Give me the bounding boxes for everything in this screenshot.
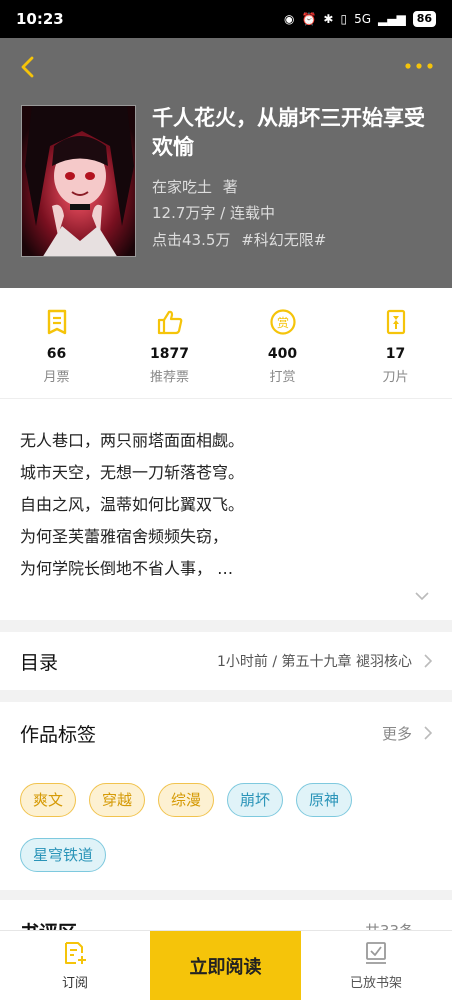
book-author-line[interactable]: 在家吃土 著 <box>152 176 238 197</box>
stat-value: 17 <box>385 346 406 362</box>
stat-value: 66 <box>46 346 67 362</box>
eye-icon: ◉ <box>283 12 295 26</box>
status-bar: 10:23 ◉ ⏰ ✱ ▯ 5G ▂▄▆ 86 <box>0 0 452 38</box>
table-of-contents-row[interactable]: 目录 1小时前 / 第五十九章 褪羽核心 <box>0 632 452 690</box>
status-icons: ◉ ⏰ ✱ ▯ 5G ▂▄▆ 86 <box>284 11 436 27</box>
chevron-right-icon <box>424 654 432 668</box>
battery-icon: 86 <box>412 11 436 27</box>
chevron-right-icon[interactable] <box>424 726 432 740</box>
thumbs-up-icon <box>157 310 182 335</box>
stat-recommend[interactable]: 1877 推荐票 <box>113 288 226 398</box>
tags-header: 作品标签 更多 <box>0 702 452 764</box>
tags-title: 作品标签 <box>20 723 97 746</box>
chevron-down-icon[interactable] <box>414 591 430 601</box>
tag-chip[interactable]: 爽文 <box>20 783 77 817</box>
stat-label: 刀片 <box>382 370 409 385</box>
book-author[interactable]: 在家吃土 <box>152 178 212 196</box>
stat-reward[interactable]: 赏 400 打赏 <box>226 288 339 398</box>
alarm-icon: ⏰ <box>301 12 317 26</box>
synopsis-line: 为何学院长倒地不省人事， … <box>20 559 234 578</box>
tags-more-link[interactable]: 更多 <box>382 723 412 744</box>
stat-blade[interactable]: 17 刀片 <box>339 288 452 398</box>
vibrate-icon: ▯ <box>340 12 348 26</box>
book-cover[interactable] <box>21 105 136 257</box>
ticket-icon <box>47 309 66 335</box>
book-clicks: 点击43.5万 <box>152 231 231 249</box>
shelf-button[interactable]: 已放书架 <box>301 931 451 1000</box>
synopsis-line: 无人巷口，两只丽塔面面相觑。 <box>20 431 245 450</box>
svg-text:赏: 赏 <box>276 316 288 330</box>
stat-value: 1877 <box>150 346 189 362</box>
stat-monthly-ticket[interactable]: 66 月票 <box>0 288 113 398</box>
status-time: 10:23 <box>16 10 64 28</box>
book-header: 千人花火，从崩坏三开始享受欢愉 在家吃土 著 12.7万字 / 连载中 点击43… <box>0 38 452 288</box>
work-tags-section: 作品标签 更多 爽文 穿越 综漫 崩坏 原神 星穹铁道 <box>0 702 452 890</box>
stats-row: 66 月票 1877 推荐票 赏 400 打赏 17 刀片 <box>0 288 452 398</box>
tag-chip[interactable]: 原神 <box>296 783 353 817</box>
subscribe-button[interactable]: 订阅 <box>0 931 150 1000</box>
tag-chip[interactable]: 穿越 <box>89 783 146 817</box>
subscribe-icon <box>65 942 86 964</box>
book-word-count: 12.7万字 / 连载中 <box>152 204 275 222</box>
stat-label: 推荐票 <box>149 370 189 385</box>
tag-chip[interactable]: 综漫 <box>158 783 215 817</box>
back-icon[interactable] <box>16 54 42 80</box>
book-title: 千人花火，从崩坏三开始享受欢愉 <box>152 106 425 159</box>
toc-label: 目录 <box>20 651 59 674</box>
more-icon[interactable] <box>404 58 434 74</box>
synopsis-line: 城市天空，无想一刀斩落苍穹。 <box>20 463 245 482</box>
shelf-label: 已放书架 <box>349 976 402 991</box>
subscribe-label: 订阅 <box>61 976 88 991</box>
bluetooth-icon: ✱ <box>323 12 334 26</box>
blade-icon <box>386 309 405 335</box>
bookshelf-check-icon <box>366 942 386 964</box>
stat-value: 400 <box>267 346 298 362</box>
synopsis-line: 为何圣芙蕾雅宿舍频频失窃， <box>20 527 229 546</box>
book-click-line: 点击43.5万 #科幻无限# <box>152 229 326 250</box>
signal-icon: ▂▄▆ <box>378 12 406 26</box>
stat-label: 打赏 <box>269 370 296 385</box>
tag-chip[interactable]: 崩坏 <box>227 783 284 817</box>
synopsis-line: 自由之风，温蒂如何比翼双飞。 <box>20 495 245 514</box>
reward-icon: 赏 <box>269 309 296 335</box>
stat-label: 月票 <box>43 370 70 385</box>
bottom-action-bar: 订阅 立即阅读 已放书架 <box>0 930 452 1000</box>
book-genre[interactable]: #科幻无限# <box>241 231 326 249</box>
author-suffix: 著 <box>222 178 238 196</box>
tag-chip[interactable]: 星穹铁道 <box>20 838 107 872</box>
toc-latest-chapter: 1小时前 / 第五十九章 褪羽核心 <box>217 654 412 670</box>
synopsis[interactable]: 无人巷口，两只丽塔面面相觑。 城市天空，无想一刀斩落苍穹。 自由之风，温蒂如何比… <box>0 398 452 620</box>
network-label: 5G <box>354 12 371 26</box>
read-now-button[interactable]: 立即阅读 <box>150 931 301 1000</box>
